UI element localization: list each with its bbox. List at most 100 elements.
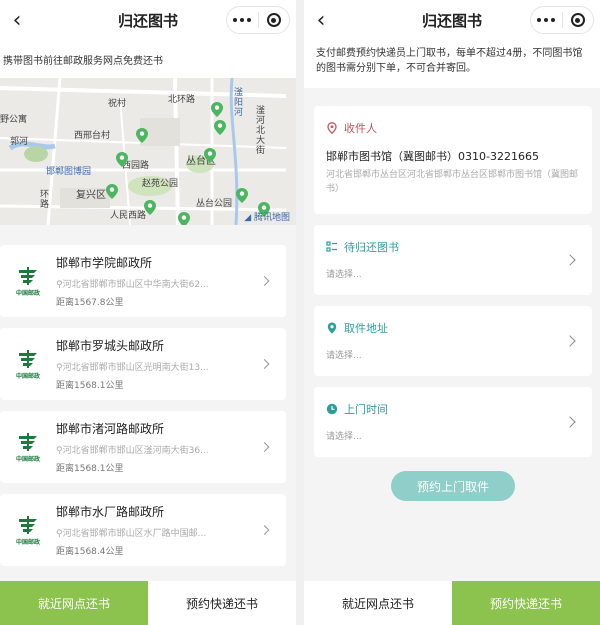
- china-post-icon: [19, 432, 37, 451]
- location-pin-icon: ⚲: [56, 363, 63, 373]
- navbar: ‹ 归还图书: [0, 0, 296, 40]
- time-placeholder: 请选择...: [326, 432, 362, 442]
- office-distance: 距离1568.4公里: [56, 547, 124, 557]
- nearby-note: 携带图书前往邮政服务网点免费还书: [0, 40, 296, 78]
- bottom-tabs: 就近网点还书 预约快递还书: [304, 581, 600, 625]
- target-circle-icon: [570, 13, 585, 27]
- tab-nearby-return[interactable]: 就近网点还书: [0, 581, 148, 625]
- miniprogram-capsule: [226, 6, 290, 34]
- more-button[interactable]: [227, 7, 258, 33]
- navbar: ‹ 归还图书: [304, 0, 600, 40]
- time-heading: 上门时间: [344, 403, 388, 416]
- map-label: 丛台公园: [196, 199, 233, 209]
- office-name: 邯郸市水厂路邮政所: [56, 505, 165, 519]
- chevron-left-icon: ‹: [316, 7, 326, 33]
- office-name: 邯郸市渚河路邮政所: [56, 422, 165, 436]
- close-miniprogram-button[interactable]: [563, 7, 594, 33]
- office-distance: 距离1568.1公里: [56, 381, 124, 391]
- china-post-logo: 中国邮政: [0, 432, 56, 463]
- map-brand-icon: ◢: [244, 213, 254, 223]
- bottom-tabs: 就近网点还书 预约快递还书: [0, 581, 296, 625]
- map-label: 邯郸图博园: [46, 167, 92, 177]
- post-office-pin-icon[interactable]: [204, 148, 216, 163]
- nearby-return-screen: ‹ 归还图书 携带图书前往邮政服务网点免费还书 祝村 北环路 滏阳河 西邢台村 …: [0, 0, 296, 625]
- map-label: 滏河北大街: [256, 106, 266, 156]
- map-label: 郭河: [10, 137, 29, 147]
- target-circle-icon: [266, 13, 281, 27]
- post-office-card[interactable]: 中国邮政 邯郸市渚河路邮政所 ⚲河北省邯郸市邯山区滏河南大街36... 距离15…: [0, 411, 286, 483]
- express-note: 支付邮费预约快递员上门取书，每单不超过4册，不同图书馆的图书需分别下单，不可合并…: [304, 40, 600, 88]
- back-button[interactable]: ‹: [304, 0, 338, 40]
- office-distance: 距离1568.1公里: [56, 464, 124, 474]
- more-dots-icon: [537, 18, 556, 22]
- close-miniprogram-button[interactable]: [259, 7, 290, 33]
- tab-nearby-return[interactable]: 就近网点还书: [304, 581, 452, 625]
- post-office-card[interactable]: 中国邮政 邯郸市学院邮政所 ⚲河北省邯郸市邯山区中华南大街62... 距离156…: [0, 245, 286, 317]
- map-label: 滏阳河: [234, 88, 244, 118]
- map-label: 复兴区: [76, 190, 106, 201]
- map-label: 环路: [40, 190, 50, 210]
- map-label: 祝村: [108, 99, 127, 109]
- post-office-pin-icon[interactable]: [236, 188, 248, 203]
- office-address: ⚲河北省邯郸市邯山区水厂路中国邮...: [56, 529, 207, 539]
- pickup-placeholder: 请选择...: [326, 351, 362, 361]
- location-pin-icon: [326, 122, 338, 134]
- tab-express-return[interactable]: 预约快递还书: [148, 581, 296, 625]
- office-distance: 距离1567.8公里: [56, 298, 124, 308]
- chevron-left-icon: ‹: [12, 7, 22, 33]
- post-office-pin-icon[interactable]: [211, 102, 223, 117]
- post-office-pin-icon[interactable]: [136, 128, 148, 143]
- book-pickup-button[interactable]: 预约上门取件: [391, 471, 515, 501]
- location-pin-icon: ⚲: [56, 446, 63, 456]
- post-office-pin-icon[interactable]: [116, 152, 128, 167]
- office-address: ⚲河北省邯郸市邯山区中华南大街62...: [56, 280, 209, 290]
- office-address: ⚲河北省邯郸市邯山区光明南大街13...: [56, 363, 209, 373]
- tab-express-return[interactable]: 预约快递还书: [452, 581, 600, 625]
- receiver-heading: 收件人: [326, 120, 580, 136]
- clock-icon: [326, 403, 338, 415]
- china-post-icon: [19, 349, 37, 368]
- post-office-pin-icon[interactable]: [214, 120, 226, 135]
- post-office-list: 中国邮政 邯郸市学院邮政所 ⚲河北省邯郸市邯山区中华南大街62... 距离156…: [0, 225, 296, 566]
- post-office-pin-icon[interactable]: [178, 212, 190, 225]
- china-post-logo: 中国邮政: [0, 266, 56, 297]
- chevron-right-icon: [564, 254, 576, 266]
- office-name: 邯郸市罗城头邮政所: [56, 339, 165, 353]
- miniprogram-capsule: [530, 6, 594, 34]
- china-post-logo: 中国邮政: [0, 349, 56, 380]
- books-to-return-selector[interactable]: 待归还图书 请选择...: [314, 225, 592, 295]
- more-dots-icon: [233, 18, 252, 22]
- office-address: ⚲河北省邯郸市邯山区滏河南大街36...: [56, 446, 209, 456]
- china-post-logo: 中国邮政: [0, 515, 56, 546]
- more-button[interactable]: [531, 7, 562, 33]
- pickup-time-selector[interactable]: 上门时间 请选择...: [314, 387, 592, 457]
- post-office-card[interactable]: 中国邮政 邯郸市水厂路邮政所 ⚲河北省邯郸市邯山区水厂路中国邮... 距离156…: [0, 494, 286, 566]
- map-label: 北环路: [168, 95, 196, 105]
- receiver-name: 邯郸市图书馆（冀图邮书）0310-3221665: [326, 150, 539, 163]
- back-button[interactable]: ‹: [0, 0, 34, 40]
- pickup-heading: 取件地址: [344, 322, 388, 335]
- pickup-address-selector[interactable]: 取件地址 请选择...: [314, 306, 592, 376]
- map-label: 西邢台村: [74, 131, 111, 141]
- receiver-card: 收件人 邯郸市图书馆（冀图邮书）0310-3221665 河北省邯郸市丛台区河北…: [314, 106, 592, 214]
- map-marker-icon: [326, 322, 338, 334]
- office-name: 邯郸市学院邮政所: [56, 256, 153, 270]
- post-office-card[interactable]: 中国邮政 邯郸市罗城头邮政所 ⚲河北省邯郸市邯山区光明南大街13... 距离15…: [0, 328, 286, 400]
- receiver-address: 河北省邯郸市丛台区河北省邯郸市丛台区邯郸市图书馆（冀图邮书）: [326, 170, 579, 194]
- express-return-screen: ‹ 归还图书 支付邮费预约快递员上门取书，每单不超过4册，不同图书馆的图书需分别…: [304, 0, 600, 625]
- location-pin-icon: ⚲: [56, 529, 63, 539]
- map-label: 野公寓: [0, 115, 28, 125]
- books-placeholder: 请选择...: [326, 270, 362, 280]
- china-post-icon: [19, 266, 37, 285]
- post-office-pin-icon[interactable]: [106, 184, 118, 199]
- book-list-icon: [326, 241, 338, 253]
- location-pin-icon: ⚲: [56, 280, 63, 290]
- chevron-right-icon: [564, 335, 576, 347]
- china-post-icon: [19, 515, 37, 534]
- map-label: 赵苑公园: [142, 179, 179, 189]
- map-view[interactable]: 祝村 北环路 滏阳河 西邢台村 野公寓 郭河 滏河北大街 邯郸图博园 西园路 丛…: [0, 78, 296, 225]
- chevron-right-icon: [564, 416, 576, 428]
- books-heading: 待归还图书: [344, 241, 399, 254]
- tencent-map-logo: ◢ 腾讯地图: [244, 213, 290, 223]
- post-office-pin-icon[interactable]: [144, 200, 156, 215]
